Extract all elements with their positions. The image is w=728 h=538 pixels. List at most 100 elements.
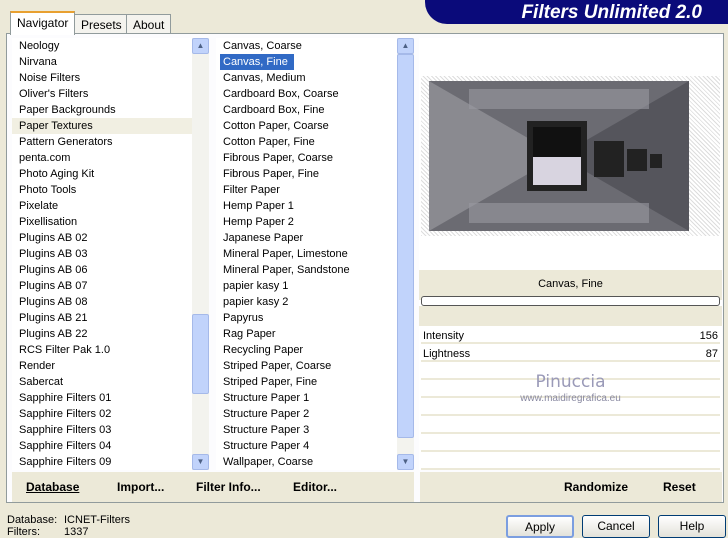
- cancel-button[interactable]: Cancel: [582, 515, 650, 538]
- list-item[interactable]: Japanese Paper: [216, 230, 397, 246]
- list-item[interactable]: Structure Paper 3: [216, 422, 397, 438]
- navigator-toolbar: Database Import... Filter Info... Editor…: [12, 472, 414, 502]
- list-item[interactable]: penta.com: [12, 150, 192, 166]
- category-list[interactable]: Neology Nirvana Noise Filters Oliver's Filt…: [12, 38, 192, 470]
- list-item[interactable]: Sapphire Filters 09: [12, 454, 192, 470]
- list-item-label: Canvas, Fine: [220, 54, 294, 70]
- list-item[interactable]: papier kasy 1: [216, 278, 397, 294]
- list-item[interactable]: Pattern Generators: [12, 134, 192, 150]
- help-button[interactable]: Help: [658, 515, 726, 538]
- tab-about[interactable]: About: [126, 14, 172, 34]
- param-value: 87: [705, 348, 718, 360]
- list-item-label: Recycling Paper: [223, 344, 304, 356]
- list-item[interactable]: Cardboard Box, Coarse: [216, 86, 397, 102]
- database-label: Database:: [7, 514, 58, 526]
- list-item-label: Cotton Paper, Coarse: [223, 120, 329, 132]
- list-item[interactable]: Striped Paper, Coarse: [216, 358, 397, 374]
- apply-button[interactable]: Apply: [506, 515, 574, 538]
- list-item-label: Sapphire Filters 02: [19, 408, 112, 420]
- list-item-label: Structure Paper 4: [223, 440, 310, 452]
- list-item[interactable]: Mineral Paper, Sandstone: [216, 262, 397, 278]
- list-item-label: Pixellisation: [19, 216, 78, 228]
- list-item[interactable]: Cardboard Box, Fine: [216, 102, 397, 118]
- list-item[interactable]: Cotton Paper, Fine: [216, 134, 397, 150]
- list-item[interactable]: Plugins AB 07: [12, 278, 192, 294]
- scroll-up-icon[interactable]: ▲: [397, 38, 414, 54]
- reset-button[interactable]: Reset: [663, 480, 696, 494]
- list-item[interactable]: Papyrus: [216, 310, 397, 326]
- list-item[interactable]: Photo Tools: [12, 182, 192, 198]
- scroll-thumb[interactable]: [397, 54, 414, 438]
- category-scrollbar[interactable]: ▲ ▼: [192, 38, 209, 470]
- list-item[interactable]: papier kasy 2: [216, 294, 397, 310]
- list-item[interactable]: Structure Paper 2: [216, 406, 397, 422]
- list-item[interactable]: Fibrous Paper, Fine: [216, 166, 397, 182]
- list-item[interactable]: Plugins AB 21: [12, 310, 192, 326]
- randomize-button[interactable]: Randomize: [564, 480, 628, 494]
- import-button[interactable]: Import...: [117, 480, 164, 494]
- list-item-label: Cotton Paper, Fine: [223, 136, 315, 148]
- list-item-label: Canvas, Medium: [223, 72, 306, 84]
- list-item[interactable]: Canvas, Coarse: [216, 38, 397, 54]
- editor-button[interactable]: Editor...: [293, 480, 337, 494]
- tab-navigator[interactable]: Navigator: [10, 11, 76, 35]
- list-item[interactable]: Mineral Paper, Limestone: [216, 246, 397, 262]
- list-item[interactable]: Plugins AB 02: [12, 230, 192, 246]
- list-item[interactable]: Fibrous Paper, Coarse: [216, 150, 397, 166]
- list-item[interactable]: Photo Aging Kit: [12, 166, 192, 182]
- filter-scrollbar[interactable]: ▲ ▼: [397, 38, 414, 470]
- list-item[interactable]: Noise Filters: [12, 70, 192, 86]
- list-item-label: papier kasy 2: [223, 296, 289, 308]
- list-item[interactable]: Pixelate: [12, 198, 192, 214]
- scroll-down-icon[interactable]: ▼: [397, 454, 414, 470]
- list-item[interactable]: Sapphire Filters 04: [12, 438, 192, 454]
- list-item-label: Fibrous Paper, Fine: [223, 168, 319, 180]
- filter-list[interactable]: Canvas, Coarse Canvas, Fine Canvas, Medium…: [216, 38, 397, 470]
- list-item-label: Mineral Paper, Limestone: [223, 248, 348, 260]
- list-item[interactable]: Oliver's Filters: [12, 86, 192, 102]
- scroll-thumb[interactable]: [192, 314, 209, 394]
- list-item[interactable]: Sabercat: [12, 374, 192, 390]
- list-item[interactable]: Striped Paper, Fine: [216, 374, 397, 390]
- preview-toolbar: Randomize Reset: [420, 472, 722, 502]
- list-item[interactable]: Hemp Paper 2: [216, 214, 397, 230]
- list-item[interactable]: Cotton Paper, Coarse: [216, 118, 397, 134]
- list-item[interactable]: Rag Paper: [216, 326, 397, 342]
- list-item[interactable]: Hemp Paper 1: [216, 198, 397, 214]
- list-item-label: Plugins AB 06: [19, 264, 88, 276]
- list-item[interactable]: Plugins AB 03: [12, 246, 192, 262]
- param-value: 156: [699, 330, 718, 342]
- list-item-label: Filter Paper: [223, 184, 280, 196]
- list-item[interactable]: Paper Backgrounds: [12, 102, 192, 118]
- list-item[interactable]: Structure Paper 1: [216, 390, 397, 406]
- database-button[interactable]: Database: [26, 480, 79, 494]
- list-item[interactable]: Render: [12, 358, 192, 374]
- tab-presets[interactable]: Presets: [74, 14, 129, 34]
- list-item[interactable]: Structure Paper 4: [216, 438, 397, 454]
- list-item[interactable]: Pixellisation: [12, 214, 192, 230]
- list-item[interactable]: Filter Paper: [216, 182, 397, 198]
- list-item[interactable]: Nirvana: [12, 54, 192, 70]
- list-item[interactable]: Sapphire Filters 02: [12, 406, 192, 422]
- filter-info-button[interactable]: Filter Info...: [196, 480, 261, 494]
- list-item[interactable]: Sapphire Filters 03: [12, 422, 192, 438]
- list-item[interactable]: Plugins AB 08: [12, 294, 192, 310]
- list-item[interactable]: Canvas, Medium: [216, 70, 397, 86]
- list-item[interactable]: RCS Filter Pak 1.0: [12, 342, 192, 358]
- param-lightness[interactable]: Lightness 87: [421, 346, 720, 362]
- list-item[interactable]: Plugins AB 06: [12, 262, 192, 278]
- list-item[interactable]: Recycling Paper: [216, 342, 397, 358]
- list-item[interactable]: Sapphire Filters 01: [12, 390, 192, 406]
- scroll-up-icon[interactable]: ▲: [192, 38, 209, 54]
- list-item-label: RCS Filter Pak 1.0: [19, 344, 111, 356]
- list-item[interactable]: Neology: [12, 38, 192, 54]
- list-item-label: Photo Tools: [19, 184, 77, 196]
- list-item-label: Plugins AB 08: [19, 296, 88, 308]
- list-item[interactable]: Paper Textures: [12, 118, 192, 134]
- list-item[interactable]: Plugins AB 22: [12, 326, 192, 342]
- list-item[interactable]: Wallpaper, Coarse: [216, 454, 397, 470]
- list-item[interactable]: Canvas, Fine: [216, 54, 397, 70]
- param-intensity[interactable]: Intensity 156: [421, 328, 720, 344]
- scroll-down-icon[interactable]: ▼: [192, 454, 209, 470]
- list-item-label: Sabercat: [19, 376, 64, 388]
